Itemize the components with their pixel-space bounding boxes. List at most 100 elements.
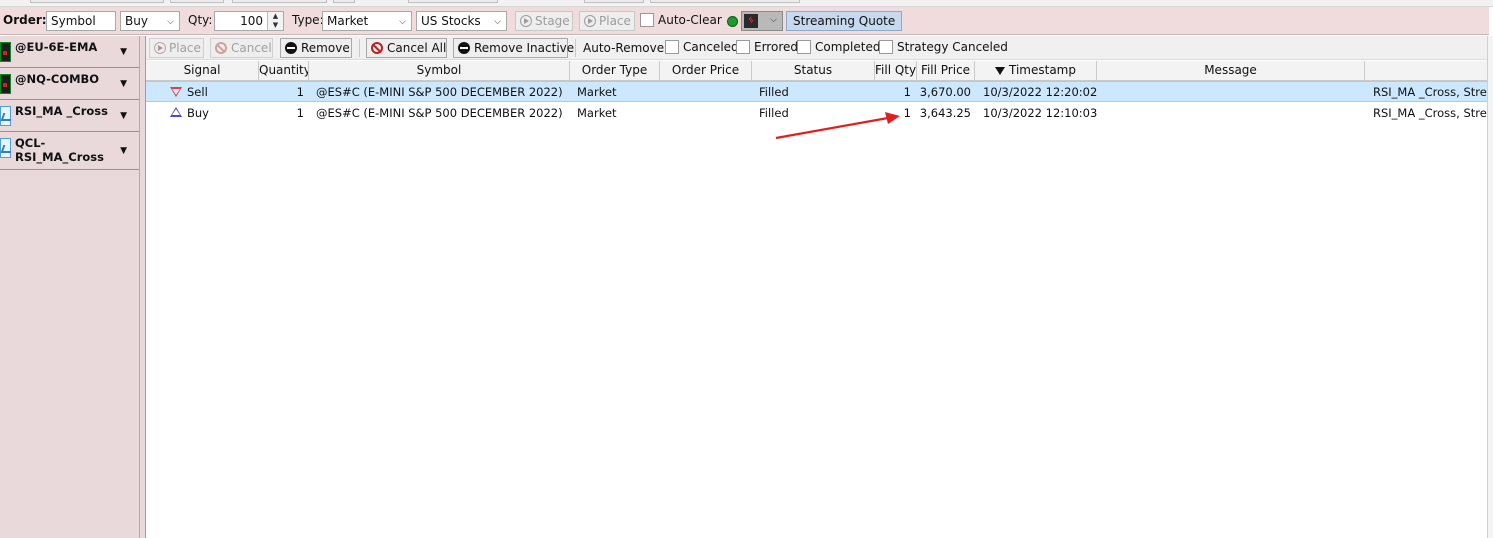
side-select[interactable]: Buy ⌵ [120,11,180,31]
column-header-quantity[interactable]: Quantity [259,61,309,81]
connection-status-icon [727,16,738,27]
auto-remove-completed-checkbox[interactable]: Completed [797,40,880,54]
column-header-status[interactable]: Status [752,61,875,81]
column-header-timestamp[interactable]: Timestamp [975,61,1097,81]
market-select[interactable]: US Stocks ⌵ [416,11,507,31]
auto-clear-checkbox[interactable]: Auto-Clear [640,13,722,27]
cell-strategy: RSI_MA _Cross, Strean [1373,85,1487,99]
cell-symbol: @ES#C (E-MINI S&P 500 DECEMBER 2022) [316,85,563,99]
order-type-select[interactable]: Market ⌵ [322,11,412,31]
cell-timestamp: 10/3/2022 12:10:03 [983,106,1098,120]
remove-inactive-label: Remove Inactive [474,41,575,55]
sidebar-item-qcl-rsi-ma-cross[interactable]: QCL- RSI_MA_Cross ▼ [0,132,139,170]
toolbar-divider [359,39,360,57]
play-icon [584,15,596,27]
cancel-icon [371,42,383,54]
strategy-sidebar: @EU-6E-EMA ▼ @NQ-COMBO ▼ RSI_MA _Cross ▼… [0,36,140,538]
timestamp-header-label: Timestamp [1009,63,1076,77]
chart-dark-icon [0,74,11,94]
column-header-order-price[interactable]: Order Price [660,61,752,81]
cell-quantity: 1 [296,85,304,99]
remove-inactive-button[interactable]: Remove Inactive [453,38,574,58]
dropdown-arrow-icon[interactable]: ▼ [120,47,127,57]
top-strip [0,0,1493,7]
auto-remove-canceled-checkbox[interactable]: Canceled [665,40,739,54]
place-label: Place [599,14,631,28]
remove-icon [458,42,470,54]
sidebar-item-eu-6e-ema[interactable]: @EU-6E-EMA ▼ [0,36,139,68]
column-header-fill-price[interactable]: Fill Price [917,61,975,81]
strategy-chart-icon [0,106,11,126]
column-header-symbol[interactable]: Symbol [309,61,570,81]
auto-remove-label: Auto-Remove: [583,41,669,55]
column-header-fill-qty[interactable]: Fill Qty [875,61,917,81]
cancel-button[interactable]: Cancel [210,38,273,58]
cell-quantity: 1 [296,106,304,120]
table-header: Signal Quantity Symbol Order Type Order … [146,61,1487,81]
qty-value: 100 [240,14,263,28]
column-header-order-type[interactable]: Order Type [570,61,660,81]
table-row[interactable]: Sell 1 @ES#C (E-MINI S&P 500 DECEMBER 20… [146,81,1487,102]
column-header-signal[interactable]: Signal [146,61,259,81]
remove-icon [285,42,297,54]
cell-fill-qty: 1 [903,85,911,99]
sidebar-item-label: @EU-6E-EMA [15,40,98,54]
sidebar-item-label: QCL- RSI_MA_Cross [15,136,104,164]
sidebar-item-rsi-ma-cross[interactable]: RSI_MA _Cross ▼ [0,100,139,132]
sidebar-item-label: RSI_MA _Cross [15,104,108,118]
auto-remove-strategy-canceled-checkbox[interactable]: Strategy Canceled [879,40,1008,54]
remove-button[interactable]: Remove [280,38,352,58]
chart-dark-icon [0,42,11,62]
dropdown-arrow-icon[interactable]: ▼ [120,146,127,156]
streaming-quote-button[interactable]: Streaming Quote [786,11,903,31]
symbol-input[interactable]: Symbol [46,11,116,31]
checkbox-box[interactable] [640,13,654,27]
cancel-icon [215,42,227,54]
column-header-message[interactable]: Message [1097,61,1365,81]
place-order-button[interactable]: Place [579,11,635,31]
cancel-button-label: Cancel [231,41,272,55]
side-select-value: Buy [125,14,148,28]
place-button[interactable]: Place [149,38,204,58]
order-label: Order: [3,13,47,27]
cell-signal: Sell [187,85,208,99]
canceled-label: Canceled [683,40,739,54]
strategy-canceled-label: Strategy Canceled [897,40,1008,54]
completed-label: Completed [815,40,881,54]
errored-label: Errored [754,40,798,54]
strategy-chart-icon [0,138,11,158]
qty-stepper[interactable]: 100 ▲ ▼ [214,11,284,31]
chevron-down-icon: ⌵ [167,17,174,27]
chevron-down-icon: ⌵ [494,17,501,27]
place-button-label: Place [169,41,201,55]
cell-fill-price: 3,670.00 [919,85,971,99]
stage-label: Stage [535,14,570,28]
sell-signal-icon [170,87,182,97]
buy-signal-icon [170,107,182,117]
checkbox-box[interactable] [797,40,811,54]
sidebar-item-label: @NQ-COMBO [15,72,100,86]
checkbox-box[interactable] [879,40,893,54]
dropdown-arrow-icon[interactable]: ▼ [120,111,127,121]
stage-button[interactable]: Stage [515,11,573,31]
sort-descending-icon [995,67,1005,75]
cancel-all-button[interactable]: Cancel All [366,38,447,58]
column-header-extra[interactable] [1365,61,1487,81]
quote-source-icon: ᛃ [744,14,758,28]
auto-remove-errored-checkbox[interactable]: Errored [736,40,798,54]
cell-order-type: Market [577,106,617,120]
cell-symbol: @ES#C (E-MINI S&P 500 DECEMBER 2022) [316,106,563,120]
sidebar-item-nq-combo[interactable]: @NQ-COMBO ▼ [0,68,139,100]
vertical-scrollbar[interactable] [1487,36,1493,538]
spin-down-icon[interactable]: ▼ [268,21,283,30]
checkbox-box[interactable] [736,40,750,54]
quote-source-dropdown[interactable]: ᛃ ⌵ [741,11,783,31]
toolbar-divider [575,39,576,57]
qty-spin-buttons[interactable]: ▲ ▼ [267,12,283,30]
checkbox-box[interactable] [665,40,679,54]
dropdown-arrow-icon[interactable]: ▼ [120,79,127,89]
chevron-down-icon: ⌵ [770,15,777,25]
annotation-arrow-icon [775,112,900,140]
spin-up-icon[interactable]: ▲ [268,12,283,21]
cell-signal: Buy [187,106,209,120]
